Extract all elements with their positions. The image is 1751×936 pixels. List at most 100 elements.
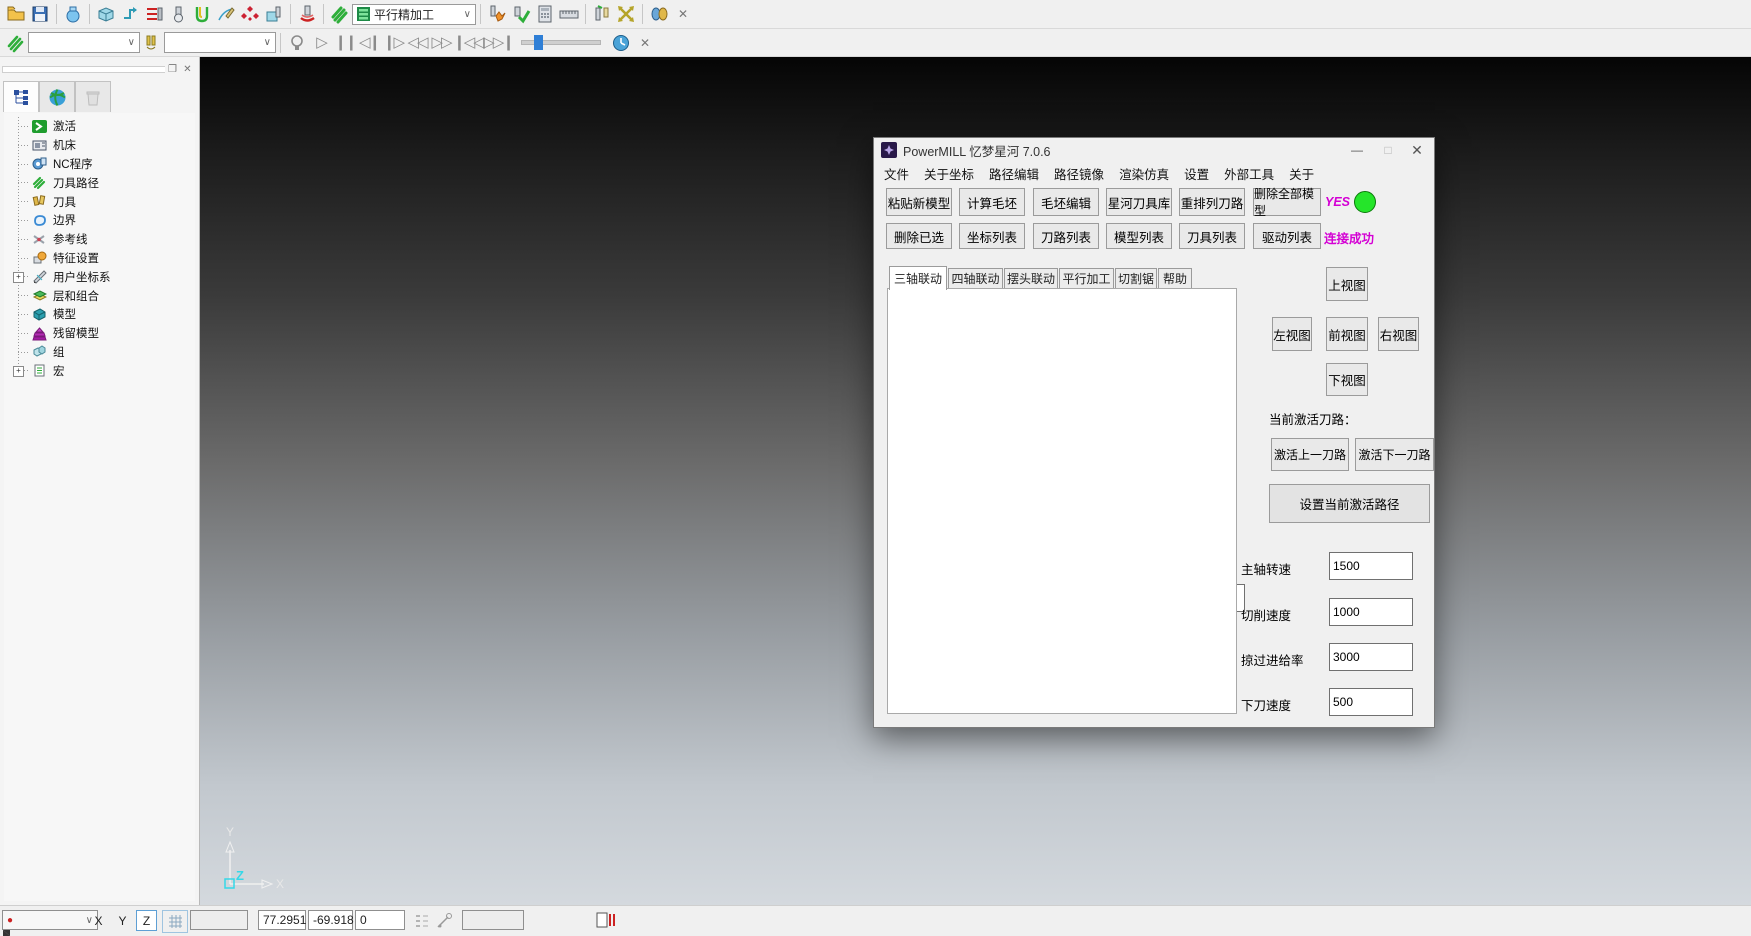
tab-web-view[interactable] bbox=[39, 81, 75, 112]
menu-path-edit[interactable]: 路径编辑 bbox=[989, 164, 1039, 183]
close-toolbar-icon[interactable]: ✕ bbox=[633, 31, 657, 55]
model-list-button[interactable]: 模型列表 bbox=[1106, 223, 1172, 249]
skim-feed-input[interactable] bbox=[1329, 643, 1413, 671]
batch-process-icon[interactable] bbox=[485, 2, 509, 26]
feeds-speeds-icon[interactable] bbox=[142, 2, 166, 26]
model-compare-icon[interactable] bbox=[647, 2, 671, 26]
toolpath-tool-icon[interactable] bbox=[166, 2, 190, 26]
delete-all-models-button[interactable]: 删除全部模型 bbox=[1253, 188, 1321, 216]
close-panel-icon[interactable]: ✕ bbox=[180, 63, 195, 76]
pattern-edit-icon[interactable] bbox=[214, 2, 238, 26]
tool-change-icon[interactable] bbox=[590, 2, 614, 26]
expand-icon[interactable]: + bbox=[13, 366, 24, 377]
grid-toggle-button[interactable] bbox=[162, 910, 188, 933]
tree-item-nc-programs[interactable]: NC程序 bbox=[12, 155, 195, 174]
tool-list-button[interactable]: 刀具列表 bbox=[1179, 223, 1245, 249]
verify-toolpath-icon[interactable] bbox=[509, 2, 533, 26]
tree-item-feature-sets[interactable]: 特征设置 bbox=[12, 249, 195, 268]
tree-item-patterns[interactable]: 参考线 bbox=[12, 230, 195, 249]
menu-about-coords[interactable]: 关于坐标 bbox=[924, 164, 974, 183]
tree-item-machine[interactable]: 机床 bbox=[12, 136, 195, 155]
tree-item-workplanes[interactable]: + 用户坐标系 bbox=[12, 267, 195, 286]
calculator-icon[interactable] bbox=[533, 2, 557, 26]
view-front-button[interactable]: 前视图 bbox=[1326, 317, 1368, 351]
tab-saw[interactable]: 切割锯 bbox=[1115, 268, 1157, 289]
tab-3axis[interactable]: 三轴联动 bbox=[889, 266, 947, 290]
menu-path-mirror[interactable]: 路径镜像 bbox=[1054, 164, 1104, 183]
tab-recycle-bin[interactable] bbox=[75, 81, 111, 112]
tab-4axis[interactable]: 四轴联动 bbox=[948, 268, 1003, 289]
leads-links-icon[interactable] bbox=[190, 2, 214, 26]
activate-prev-button[interactable]: 激活上一刀路 bbox=[1271, 438, 1349, 471]
menu-settings[interactable]: 设置 bbox=[1184, 164, 1209, 183]
toolblock-icon[interactable] bbox=[262, 2, 286, 26]
tree-item-tools[interactable]: 刀具 bbox=[12, 192, 195, 211]
axis-y-button[interactable]: Y bbox=[112, 910, 133, 931]
tab-swivel[interactable]: 摆头联动 bbox=[1004, 268, 1058, 289]
step-back-icon[interactable]: ◁❙ bbox=[357, 31, 381, 55]
page-status-icon[interactable] bbox=[596, 912, 616, 929]
rewind-icon[interactable]: ◁◁ bbox=[405, 31, 429, 55]
block-edit-button[interactable]: 毛坯编辑 bbox=[1033, 188, 1099, 216]
menu-about[interactable]: 关于 bbox=[1289, 164, 1314, 183]
maximize-icon[interactable]: □ bbox=[1373, 140, 1403, 160]
measure-icon[interactable] bbox=[557, 2, 581, 26]
go-to-end-icon[interactable]: ▷▷❙ bbox=[483, 31, 513, 55]
tree-item-macros[interactable]: + 宏 bbox=[12, 361, 195, 380]
active-strategy-dropdown[interactable]: 平行精加工 ∨ bbox=[352, 4, 476, 25]
menu-render-sim[interactable]: 渲染仿真 bbox=[1119, 164, 1169, 183]
sim-clock-icon[interactable] bbox=[609, 31, 633, 55]
tab-explorer-tree[interactable] bbox=[3, 81, 39, 112]
tree-item-stock-models[interactable]: 残留模型 bbox=[12, 324, 195, 343]
restore-panel-icon[interactable]: ❐ bbox=[165, 63, 180, 76]
transform-icon[interactable] bbox=[614, 2, 638, 26]
menu-file[interactable]: 文件 bbox=[884, 164, 909, 183]
slider-handle[interactable] bbox=[534, 35, 543, 50]
panel-grip[interactable]: ❐ ✕ bbox=[2, 62, 195, 76]
save-project-icon[interactable] bbox=[28, 2, 52, 26]
status-dropdown[interactable]: ● ∨ bbox=[2, 910, 98, 930]
sim-speed-slider[interactable] bbox=[521, 40, 601, 45]
menu-external-tools[interactable]: 外部工具 bbox=[1224, 164, 1274, 183]
rapid-move-icon[interactable] bbox=[118, 2, 142, 26]
tab-help[interactable]: 帮助 bbox=[1158, 268, 1192, 289]
toolpath-list-button[interactable]: 刀路列表 bbox=[1033, 223, 1099, 249]
view-right-button[interactable]: 右视图 bbox=[1378, 317, 1419, 351]
play-icon[interactable]: ▷ bbox=[309, 31, 333, 55]
tree-item-models[interactable]: 模型 bbox=[12, 305, 195, 324]
calc-block-button[interactable]: 计算毛坯 bbox=[959, 188, 1025, 216]
coord-list-button[interactable]: 坐标列表 bbox=[959, 223, 1025, 249]
tool-library-button[interactable]: 星河刀具库 bbox=[1106, 188, 1172, 216]
set-active-path-button[interactable]: 设置当前激活路径 bbox=[1269, 484, 1430, 523]
axis-x-button[interactable]: X bbox=[88, 910, 109, 931]
grid-size-field[interactable] bbox=[190, 910, 248, 930]
plunge-feed-input[interactable] bbox=[1329, 688, 1413, 716]
axis-z-button[interactable]: Z bbox=[136, 910, 157, 931]
tree-item-toolpaths[interactable]: 刀具路径 bbox=[12, 173, 195, 192]
minimize-icon[interactable]: — bbox=[1342, 140, 1372, 160]
close-icon[interactable]: ✕ bbox=[1402, 140, 1432, 160]
block-icon[interactable] bbox=[94, 2, 118, 26]
tree-item-boundaries[interactable]: 边界 bbox=[12, 211, 195, 230]
delete-selected-button[interactable]: 删除已选 bbox=[886, 223, 952, 249]
go-to-start-icon[interactable]: ❙◁◁ bbox=[453, 31, 483, 55]
pattern-points-icon[interactable] bbox=[238, 2, 262, 26]
view-left-button[interactable]: 左视图 bbox=[1272, 317, 1312, 351]
open-project-icon[interactable] bbox=[4, 2, 28, 26]
rearrange-paths-button[interactable]: 重排列刀路 bbox=[1179, 188, 1245, 216]
view-bottom-button[interactable]: 下视图 bbox=[1326, 363, 1368, 396]
dialog-titlebar[interactable]: PowerMILL 忆梦星河 7.0.6 — □ ✕ bbox=[874, 138, 1434, 162]
fast-forward-icon[interactable]: ▷▷ bbox=[429, 31, 453, 55]
paste-new-model-button[interactable]: 粘贴新模型 bbox=[886, 188, 952, 216]
activate-next-button[interactable]: 激活下一刀路 bbox=[1355, 438, 1434, 471]
sim-toolpath-select[interactable]: ∨ bbox=[28, 32, 140, 53]
cutting-feed-input[interactable] bbox=[1329, 598, 1413, 626]
preferences-icon[interactable] bbox=[61, 2, 85, 26]
point-picker-icon[interactable] bbox=[436, 912, 454, 930]
close-toolbar-icon[interactable]: ✕ bbox=[671, 2, 695, 26]
tree-item-groups[interactable]: 组 bbox=[12, 343, 195, 362]
pause-icon[interactable]: ❙❙ bbox=[333, 31, 357, 55]
tree-item-activate[interactable]: 激活 bbox=[12, 117, 195, 136]
drive-list-button[interactable]: 驱动列表 bbox=[1253, 223, 1321, 249]
view-top-button[interactable]: 上视图 bbox=[1326, 267, 1368, 301]
